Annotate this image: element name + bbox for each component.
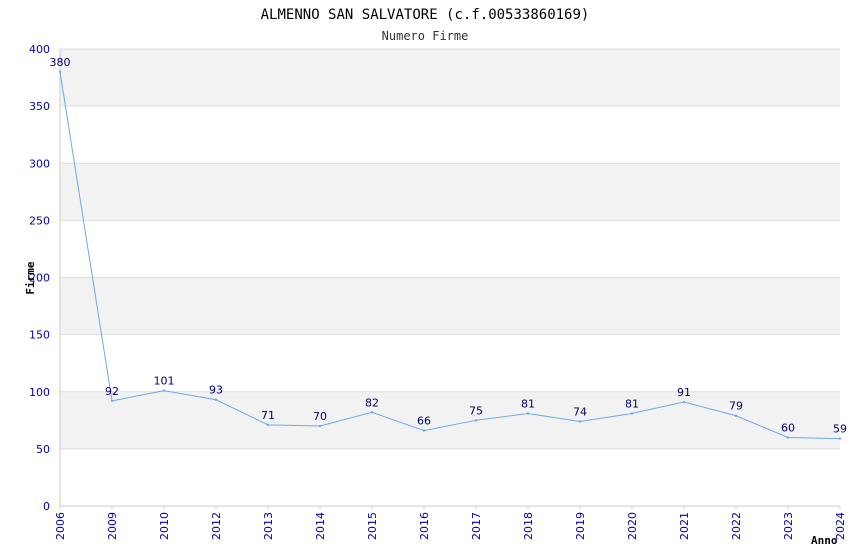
y-tick-label: 100: [29, 386, 50, 399]
y-tick-label: 400: [29, 43, 50, 56]
data-label: 60: [781, 421, 795, 434]
y-tick-label: 300: [29, 157, 50, 170]
x-tick-labels: 2006 2009 2010 2012 2013 2014 2015 2016 2017 2018…: [54, 512, 847, 540]
x-tick-label: 2016: [418, 512, 431, 540]
data-label: 66: [417, 415, 431, 428]
data-point: [422, 429, 426, 432]
data-point: [734, 414, 738, 417]
plot-background-bands: [60, 49, 840, 449]
x-axis-label: Anno: [811, 534, 838, 547]
series-line-group: [58, 70, 842, 440]
line-chart: ALMENNO SAN SALVATORE (c.f.00533860169) …: [24, 7, 848, 547]
grid-band: [60, 277, 840, 335]
y-tick-label: 50: [36, 443, 50, 456]
y-tick-label: 350: [29, 100, 50, 113]
x-tick-label: 2013: [262, 512, 275, 540]
x-tick-label: 2022: [730, 512, 743, 540]
data-point: [630, 412, 634, 415]
data-label: 81: [521, 397, 535, 410]
y-tick-label: 0: [43, 500, 50, 513]
x-tick-label: 2019: [574, 512, 587, 540]
data-label: 93: [209, 384, 223, 397]
x-tick-label: 2012: [210, 512, 223, 540]
x-tick-label: 2010: [158, 512, 171, 540]
data-label: 82: [365, 396, 379, 409]
x-tick-label: 2017: [470, 512, 483, 540]
data-point: [578, 420, 582, 423]
data-labels: 380 92 101 93 71 70 82 66 75 81 74 81 91 79 60 59: [50, 56, 848, 436]
data-label: 79: [729, 400, 743, 413]
data-label: 74: [573, 405, 587, 418]
data-point: [526, 412, 530, 415]
data-point: [58, 70, 62, 74]
data-point: [370, 411, 374, 414]
x-tick-label: 2006: [54, 512, 67, 540]
x-tick-label: 2018: [522, 512, 535, 540]
data-label: 92: [105, 385, 119, 398]
data-point: [838, 437, 842, 440]
x-tick-label: 2009: [106, 512, 119, 540]
series-line: [59, 71, 841, 440]
chart-title: ALMENNO SAN SALVATORE (c.f.00533860169): [261, 7, 590, 23]
data-label: 70: [313, 410, 327, 423]
y-tick-label: 250: [29, 214, 50, 227]
data-label: 71: [261, 409, 275, 422]
data-point: [318, 424, 322, 428]
y-axis-label: Firme: [24, 261, 37, 294]
x-tick-label: 2023: [782, 512, 795, 540]
grid-band: [60, 49, 840, 107]
data-point: [162, 389, 166, 392]
y-tick-label: 150: [29, 329, 50, 342]
data-label: 380: [50, 56, 71, 69]
data-point: [110, 399, 114, 403]
chart-subtitle: Numero Firme: [382, 29, 469, 43]
x-tick-label: 2021: [678, 512, 691, 540]
data-label: 75: [469, 404, 483, 417]
x-tick-label: 2014: [314, 512, 327, 540]
data-label: 91: [677, 386, 691, 399]
data-point: [474, 419, 478, 422]
data-point: [266, 423, 270, 427]
data-point: [786, 436, 790, 439]
grid-band: [60, 391, 840, 449]
x-tick-label: 2020: [626, 512, 639, 540]
x-tick-label: 2015: [366, 512, 379, 540]
grid-band: [60, 163, 840, 221]
data-label: 81: [625, 397, 639, 410]
data-point: [214, 398, 218, 401]
data-label: 59: [833, 423, 847, 436]
data-label: 101: [154, 375, 175, 388]
data-point: [682, 400, 686, 404]
